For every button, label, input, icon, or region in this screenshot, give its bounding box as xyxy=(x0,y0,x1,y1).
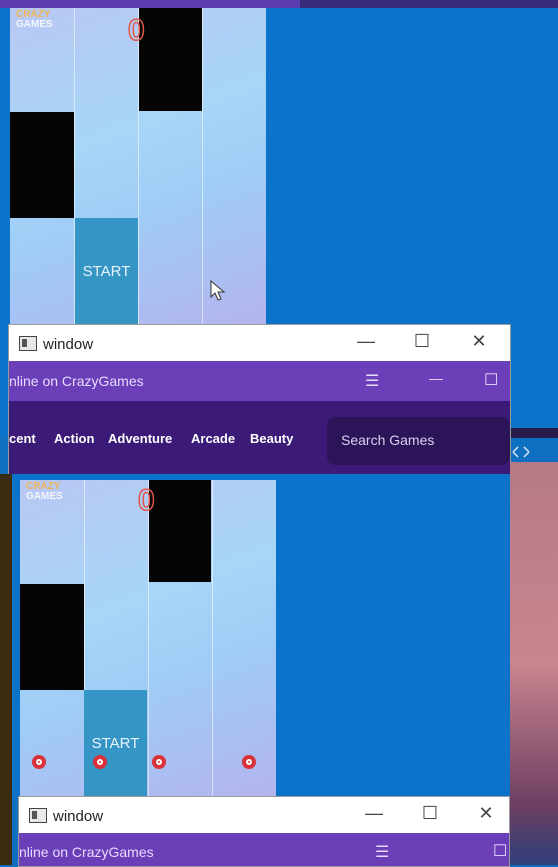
nav-item-action[interactable]: Action xyxy=(54,431,94,446)
menu-icon[interactable]: ☰ xyxy=(365,371,379,391)
minimize-button[interactable]: — xyxy=(351,331,381,352)
browser-maximize-button[interactable]: ☐ xyxy=(493,841,507,861)
close-button[interactable]: ✕ xyxy=(471,803,501,824)
nav-item-adventure[interactable]: Adventure xyxy=(108,431,172,446)
maximize-button[interactable]: ☐ xyxy=(407,331,437,352)
category-navbar: cent Action Adventure Arcade Beauty Sear… xyxy=(9,401,510,475)
game-canvas-bottom[interactable]: START CRAZY GAMES 0 xyxy=(20,480,276,796)
left-edge xyxy=(0,474,12,865)
window-2: window — ☐ ✕ nline on CrazyGames ☰ ☐ xyxy=(18,796,510,867)
lane-divider xyxy=(202,8,203,324)
maximize-button[interactable]: ☐ xyxy=(415,803,445,824)
black-tile[interactable] xyxy=(139,8,202,111)
nav-item-arcade[interactable]: Arcade xyxy=(191,431,235,446)
score-display: 0 xyxy=(137,483,155,518)
black-tile[interactable] xyxy=(10,112,74,218)
browser-tab-bar: nline on CrazyGames ☰ ☐ xyxy=(19,833,509,866)
start-label: START xyxy=(91,734,140,752)
lane-target-icon[interactable] xyxy=(152,755,166,769)
browser-tab-title[interactable]: nline on CrazyGames xyxy=(19,844,154,860)
mouse-cursor-icon xyxy=(210,280,226,301)
browser-maximize-button[interactable]: ☐ xyxy=(484,370,498,390)
background-artwork xyxy=(510,462,558,865)
top-progress-fill xyxy=(0,0,300,8)
lane-target-icon[interactable] xyxy=(93,755,107,769)
window-app-icon xyxy=(19,336,37,351)
search-input[interactable]: Search Games xyxy=(327,417,510,465)
start-tile[interactable]: START xyxy=(75,218,138,324)
window-2-title: window xyxy=(53,808,104,825)
browser-tab-bar: nline on CrazyGames ☰ — ☐ xyxy=(9,361,510,401)
nav-item-beauty[interactable]: Beauty xyxy=(250,431,293,446)
search-placeholder: Search Games xyxy=(341,432,435,448)
score-display: 0 xyxy=(127,13,145,48)
lane-target-icon[interactable] xyxy=(242,755,256,769)
start-tile[interactable]: START xyxy=(84,690,147,796)
nav-item-recent[interactable]: cent xyxy=(9,431,36,446)
black-tile[interactable] xyxy=(149,480,211,582)
start-label: START xyxy=(82,262,131,280)
dark-band xyxy=(510,428,558,438)
game-canvas-top[interactable]: START CRAZY GAMES 0 xyxy=(10,8,266,324)
window-app-icon xyxy=(29,808,47,823)
lane-target-icon[interactable] xyxy=(32,755,46,769)
window-1: window — ☐ ✕ nline on CrazyGames ☰ — ☐ c… xyxy=(8,324,511,476)
crazygames-logo: CRAZY GAMES xyxy=(16,9,53,30)
window-1-titlebar[interactable]: window — ☐ ✕ xyxy=(9,325,510,361)
minimize-button[interactable]: — xyxy=(359,803,389,824)
top-progress-bar xyxy=(0,0,558,8)
browser-tab-title[interactable]: nline on CrazyGames xyxy=(9,373,144,389)
expand-icon[interactable] xyxy=(511,445,531,459)
black-tile[interactable] xyxy=(20,584,84,690)
close-button[interactable]: ✕ xyxy=(464,331,494,352)
lane-divider xyxy=(212,480,213,796)
menu-icon[interactable]: ☰ xyxy=(375,842,389,862)
window-2-titlebar[interactable]: window — ☐ ✕ xyxy=(19,797,509,833)
browser-minimize-button[interactable]: — xyxy=(429,370,443,386)
window-1-title: window xyxy=(43,336,94,353)
crazygames-logo: CRAZY GAMES xyxy=(26,481,63,502)
